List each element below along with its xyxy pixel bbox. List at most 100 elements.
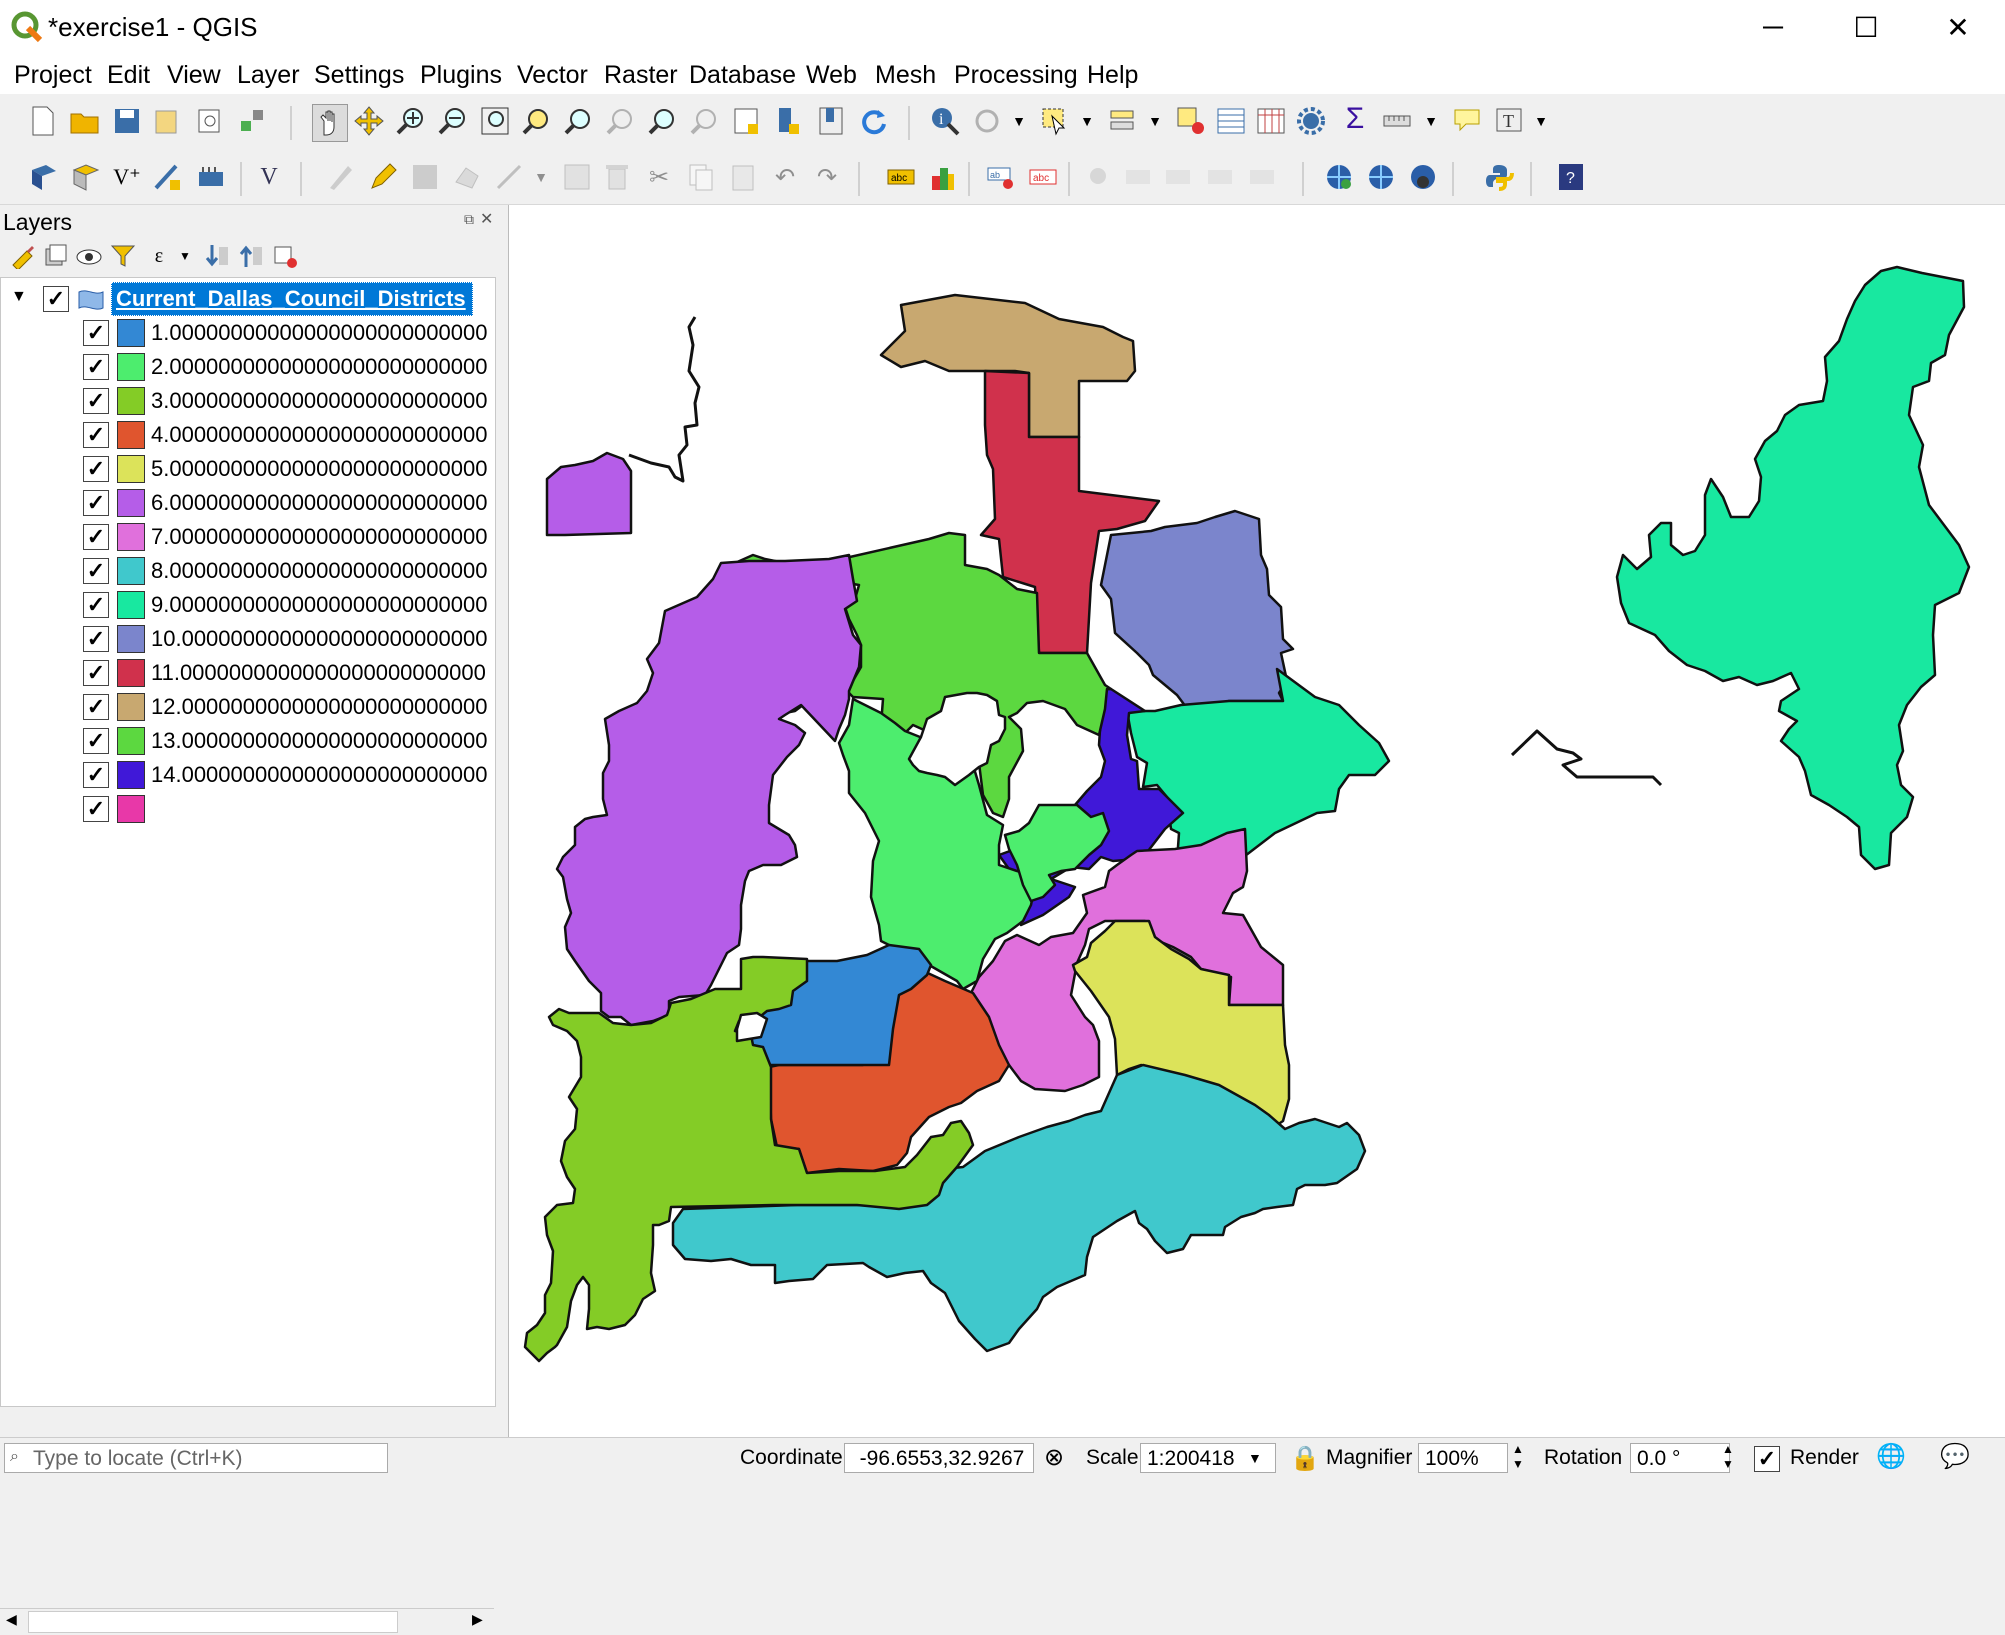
class-visibility-checkbox[interactable]: ✓ [83,388,109,414]
statistical-summary-icon[interactable]: Σ [1340,102,1370,135]
legend-class-row[interactable]: ✓ 7.00000000000000000000000000 [1,520,495,554]
class-visibility-checkbox[interactable]: ✓ [83,456,109,482]
class-visibility-checkbox[interactable]: ✓ [83,354,109,380]
new-virtual-layer-icon[interactable] [196,162,226,192]
horizontal-scrollbar[interactable]: ◀ ▶ [0,1608,494,1635]
render-checkbox[interactable]: ✓ [1754,1446,1780,1472]
metasearch-icon[interactable] [1324,162,1354,192]
label-highlight-icon[interactable]: abc [1028,162,1058,192]
menu-vector[interactable]: Vector [517,60,588,90]
legend-class-row[interactable]: ✓ 5.00000000000000000000000000 [1,452,495,486]
float-panel-icon[interactable]: ⧉ [464,211,474,228]
menu-database[interactable]: Database [689,60,796,90]
attribute-table-icon[interactable] [1216,106,1246,136]
legend-class-row[interactable]: ✓ 4.00000000000000000000000000 [1,418,495,452]
menu-help[interactable]: Help [1087,60,1138,90]
crs-globe-icon[interactable]: 🌐 [1876,1442,1906,1471]
class-visibility-checkbox[interactable]: ✓ [83,796,109,822]
legend-class-row[interactable]: ✓ 8.00000000000000000000000000 [1,554,495,588]
chevron-down-icon[interactable]: ▼ [11,288,27,306]
zoom-next-icon[interactable] [690,106,720,136]
collapse-all-icon[interactable] [236,241,266,271]
add-group-icon[interactable] [40,241,70,271]
legend-class-row[interactable]: ✓ 11.0000000000000000000000000 [1,656,495,690]
style-layer-icon[interactable] [8,241,38,271]
legend-class-row[interactable]: ✓ 3.00000000000000000000000000 [1,384,495,418]
data-source-manager-icon[interactable] [28,162,58,192]
class-visibility-checkbox[interactable]: ✓ [83,524,109,550]
zoom-selection-icon[interactable] [522,106,552,136]
python-console-icon[interactable] [1484,162,1514,192]
chevron-down-icon[interactable]: ▼ [1416,106,1446,136]
legend-class-row[interactable]: ✓ 9.00000000000000000000000000 [1,588,495,622]
zoom-last-icon[interactable] [648,106,678,136]
zoom-native-icon[interactable] [606,106,636,136]
chevron-down-icon[interactable]: ▼ [526,162,556,192]
chevron-down-icon[interactable]: ▼ [1004,106,1034,136]
legend-class-row[interactable]: ✓ 6.00000000000000000000000000 [1,486,495,520]
save-edits-icon[interactable] [410,162,440,192]
magnifier-spinbox[interactable]: 100% [1418,1443,1508,1473]
minimize-button[interactable]: ─ [1727,0,1819,54]
coordinate-field[interactable]: -96.6553,32.9267 [844,1443,1034,1473]
close-button[interactable]: ✕ [1912,0,2004,54]
text-annotation-icon[interactable]: T [1494,106,1524,136]
new-project-icon[interactable] [28,106,58,136]
new-shapefile-icon[interactable]: V⁺ [112,162,142,192]
menu-settings[interactable]: Settings [314,60,404,90]
chevron-down-icon[interactable]: ▼ [1248,1450,1262,1466]
copy-features-icon[interactable] [686,162,716,192]
modify-attributes-icon[interactable] [562,162,592,192]
class-visibility-checkbox[interactable]: ✓ [83,660,109,686]
open-project-icon[interactable] [70,106,100,136]
label-rotate-icon[interactable] [1164,162,1194,192]
pan-map-icon[interactable] [312,104,348,142]
legend-class-row[interactable]: ✓ 2.00000000000000000000000000 [1,350,495,384]
class-visibility-checkbox[interactable]: ✓ [83,694,109,720]
zoom-in-icon[interactable] [396,106,426,136]
class-visibility-checkbox[interactable]: ✓ [83,626,109,652]
chevron-down-icon[interactable]: ▼ [170,241,200,271]
label-pin-icon[interactable]: ab [986,162,1016,192]
virtual-layer-icon[interactable]: V [254,162,284,192]
menu-raster[interactable]: Raster [604,60,678,90]
layer-diagram-icon[interactable] [928,162,958,192]
menu-edit[interactable]: Edit [107,60,150,90]
menu-web[interactable]: Web [806,60,857,90]
extents-toggle-icon[interactable]: ⊗ [1044,1443,1064,1472]
class-visibility-checkbox[interactable]: ✓ [83,728,109,754]
layer-row[interactable]: ▼ ✓ Current_Dallas_Council_Districts [1,282,495,316]
close-panel-icon[interactable]: ✕ [480,209,493,229]
scrollbar-thumb[interactable] [28,1611,398,1633]
locator-search-input[interactable]: Type to locate (Ctrl+K) [4,1443,388,1473]
layer-name[interactable]: Current_Dallas_Council_Districts [111,282,473,316]
menu-view[interactable]: View [167,60,221,90]
delete-selected-icon[interactable] [602,162,632,192]
class-visibility-checkbox[interactable]: ✓ [83,320,109,346]
new-temp-layer-icon[interactable] [152,162,182,192]
legend-class-row[interactable]: ✓ 10.0000000000000000000000000 [1,622,495,656]
layer-labeling-icon[interactable]: abc [886,162,916,192]
save-project-icon[interactable] [112,106,142,136]
expand-all-icon[interactable] [202,241,232,271]
quickmapservices-icon[interactable] [1408,162,1438,192]
chevron-down-icon[interactable]: ▼ [1072,106,1102,136]
new-map-view-icon[interactable] [732,106,762,136]
remove-layer-icon[interactable] [270,241,300,271]
zoom-out-icon[interactable] [438,106,468,136]
new-bookmark-icon[interactable] [774,106,804,136]
label-move-icon[interactable] [1124,162,1154,192]
lock-scale-icon[interactable]: 🔒 [1290,1444,1320,1473]
vertex-tool-icon[interactable] [494,162,524,192]
new-geopackage-icon[interactable] [70,162,100,192]
manage-visibility-icon[interactable] [74,241,104,271]
label-show-hide-icon[interactable] [1086,162,1116,192]
processing-toolbox-icon[interactable] [1296,106,1326,136]
zoom-layer-icon[interactable] [564,106,594,136]
undo-icon[interactable]: ↶ [770,162,800,192]
legend-class-row[interactable]: ✓ 13.0000000000000000000000000 [1,724,495,758]
current-edits-icon[interactable] [326,162,356,192]
menu-layer[interactable]: Layer [237,60,300,90]
class-visibility-checkbox[interactable]: ✓ [83,592,109,618]
chevron-down-icon[interactable]: ▼ [1140,106,1170,136]
